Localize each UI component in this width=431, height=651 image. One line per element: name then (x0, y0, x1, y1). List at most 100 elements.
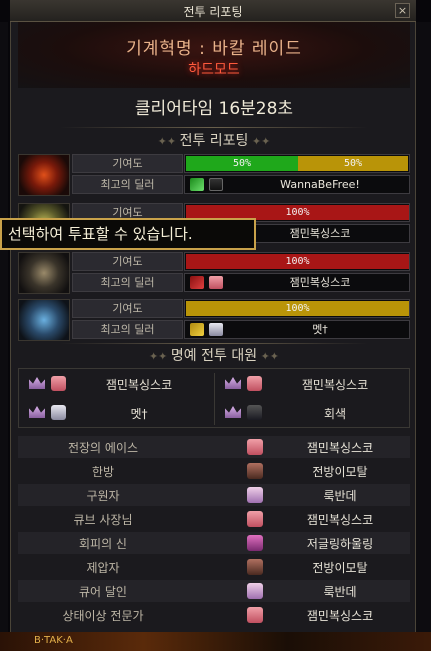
hud-text: B·TAK·A (34, 635, 73, 646)
honor-member[interactable]: 멧† (21, 400, 207, 426)
contribution-segment: 100% (186, 254, 409, 269)
top-dealer-cell[interactable]: WannaBeFree! (184, 175, 410, 194)
award-title: 제압자 (86, 561, 120, 575)
character-avatar (247, 405, 262, 420)
award-title: 상태이상 전문가 (62, 609, 144, 623)
honor-member-name: 잼민복싱스코 (301, 378, 369, 392)
contribution-bar: 50% 50% (184, 154, 410, 173)
honor-members-panel: 잼민복싱스코 잼민복싱스코 멧† 회색 (18, 368, 410, 428)
character-avatar (247, 463, 263, 479)
character-avatar (247, 511, 263, 527)
award-title: 큐브 사장님 (73, 513, 133, 527)
award-player: 잼민복싱스코 (306, 513, 374, 527)
character-avatar (247, 439, 263, 455)
character-avatar (247, 607, 263, 623)
boss-portrait (18, 154, 70, 196)
contribution-bar: 100% (184, 252, 410, 271)
character-avatar (247, 376, 262, 391)
contribution-label: 기여도 (72, 252, 183, 271)
contribution-segment: 50% (298, 156, 408, 171)
top-dealer-name: WannaBeFree! (280, 178, 360, 191)
raid-mode: 하드모드 (188, 62, 240, 78)
raid-name: 기계혁명 : 바칼 레이드 (126, 39, 302, 59)
right-edge (416, 22, 431, 632)
ornament-icon: ✦✦ (157, 135, 180, 148)
character-avatar (209, 323, 223, 336)
award-title: 큐어 달인 (79, 585, 127, 599)
top-dealer-name: 잼민복싱스코 (289, 276, 351, 289)
top-dealer-cell[interactable]: 잼민복싱스코 (184, 273, 410, 292)
character-avatar (247, 487, 263, 503)
green-sword-icon (190, 178, 204, 191)
crown-icon (225, 377, 241, 389)
award-player: 룩반데 (323, 489, 357, 503)
honor-member-name: 잼민복싱스코 (105, 378, 173, 392)
contribution-segment: 100% (186, 301, 409, 316)
award-player: 전방이모탈 (312, 561, 368, 575)
top-dealer-cell[interactable]: 멧† (184, 320, 410, 339)
award-title: 한방 (91, 465, 115, 479)
crown-icon (29, 406, 45, 418)
contribution-bar: 100% (184, 299, 410, 318)
character-avatar (209, 178, 223, 191)
award-title: 구원자 (86, 489, 120, 503)
award-player: 잼민복싱스코 (306, 609, 374, 623)
clear-time: 클리어타임 16분28초 (134, 99, 294, 119)
contribution-segment: 50% (186, 156, 298, 171)
window-title: 전투 리포팅 (183, 5, 243, 19)
character-avatar (247, 559, 263, 575)
red-sword-icon (190, 276, 204, 289)
top-dealer-label: 최고의 딜러 (72, 273, 183, 292)
divider (60, 127, 368, 128)
award-player: 저글링하울링 (306, 537, 374, 551)
character-avatar (247, 583, 263, 599)
boss-row[interactable]: 기여도 100% 최고의 딜러 멧† (18, 299, 410, 343)
award-row[interactable]: 한방 전방이모탈 (18, 460, 410, 482)
crown-icon (225, 406, 241, 418)
character-avatar (247, 535, 263, 551)
boss-portrait (18, 252, 70, 294)
left-edge (0, 22, 8, 632)
honor-section-title: 명예 전투 대원 (170, 348, 258, 364)
award-row[interactable]: 제압자 전방이모탈 (18, 556, 410, 578)
character-avatar (209, 276, 223, 289)
award-row[interactable]: 구원자 룩반데 (18, 484, 410, 506)
raid-header: 기계혁명 : 바칼 레이드 하드모드 (18, 22, 410, 88)
top-dealer-label: 최고의 딜러 (72, 320, 183, 339)
award-player: 잼민복싱스코 (306, 441, 374, 455)
ornament-icon: ✦✦ (148, 350, 171, 363)
honor-member[interactable]: 회색 (217, 400, 403, 426)
honor-member-name: 멧† (130, 407, 148, 421)
award-row[interactable]: 상태이상 전문가 잼민복싱스코 (18, 604, 410, 626)
boss-row[interactable]: 기여도 100% 최고의 딜러 잼민복싱스코 (18, 252, 410, 296)
boss-row[interactable]: 기여도 50% 50% 최고의 딜러 WannaBeFree! (18, 154, 410, 198)
boss-portrait (18, 299, 70, 341)
contribution-label: 기여도 (72, 154, 183, 173)
award-player: 전방이모탈 (312, 465, 368, 479)
award-row[interactable]: 회피의 신 저글링하울링 (18, 532, 410, 554)
award-row[interactable]: 큐어 달인 룩반데 (18, 580, 410, 602)
top-dealer-name: 멧† (312, 323, 328, 336)
top-dealer-name: 잼민복싱스코 (289, 227, 351, 240)
award-title: 전장의 에이스 (67, 441, 139, 455)
divider (60, 343, 368, 344)
crown-icon (29, 377, 45, 389)
honor-member-name: 회색 (323, 407, 347, 421)
character-avatar (51, 405, 66, 420)
column-divider (214, 373, 215, 425)
top-dealer-label: 최고의 딜러 (72, 175, 183, 194)
report-section-title: 전투 리포팅 (179, 133, 249, 149)
contribution-label: 기여도 (72, 299, 183, 318)
yellow-sword-icon (190, 323, 204, 336)
vote-tooltip: 선택하여 투표할 수 있습니다. (0, 218, 256, 250)
window-titlebar[interactable]: 전투 리포팅 × (10, 0, 416, 22)
ornament-icon: ✦✦ (248, 135, 271, 148)
award-row[interactable]: 큐브 사장님 잼민복싱스코 (18, 508, 410, 530)
honor-section-header: ✦✦ 명예 전투 대원 ✦✦ (18, 345, 410, 365)
close-button[interactable]: × (395, 3, 410, 18)
award-row[interactable]: 전장의 에이스 잼민복싱스코 (18, 436, 410, 458)
award-player: 룩반데 (323, 585, 357, 599)
honor-member[interactable]: 잼민복싱스코 (217, 371, 403, 397)
honor-member[interactable]: 잼민복싱스코 (21, 371, 207, 397)
award-title: 회피의 신 (79, 537, 127, 551)
